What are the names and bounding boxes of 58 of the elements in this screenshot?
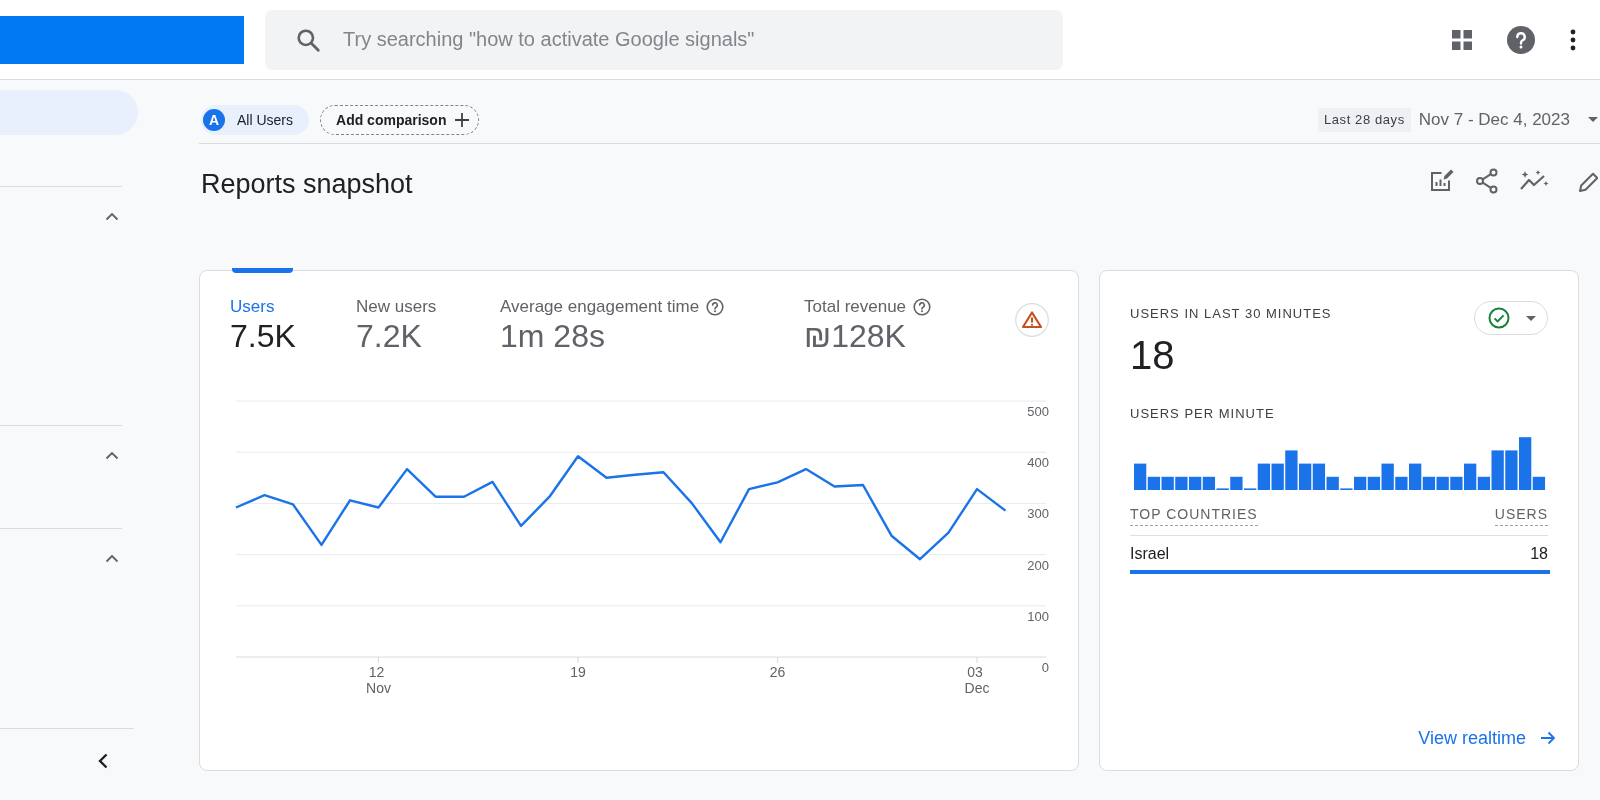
metric-value: 1m 28s <box>500 318 605 354</box>
axis-label: 12 Nov <box>366 664 391 696</box>
segment-chip[interactable]: A All Users <box>201 104 309 135</box>
caret-down-icon <box>1588 117 1598 122</box>
chart-label: USERS PER MINUTE <box>1130 406 1275 422</box>
metric-value: 7.2K <box>356 318 422 354</box>
chevron-left-icon[interactable] <box>98 753 108 769</box>
help-icon[interactable] <box>706 298 725 316</box>
selected-tab-indicator <box>232 268 293 273</box>
column-header: USERS <box>1494 506 1548 526</box>
card-title: USERS IN LAST 30 MINUTES <box>1130 306 1332 322</box>
arrow-right-icon <box>1540 730 1556 746</box>
table-cell: 18 <box>1530 544 1548 564</box>
search-icon[interactable] <box>295 26 321 53</box>
axis-label: 26 <box>769 664 786 680</box>
help-icon[interactable] <box>913 298 932 316</box>
minute-bar <box>1189 476 1202 490</box>
caret-down-icon <box>1526 315 1536 321</box>
axis-label: 0 <box>1041 660 1049 675</box>
check-circle-icon <box>1488 307 1510 329</box>
axis-label: 300 <box>1027 506 1049 522</box>
minute-bar <box>1436 476 1449 490</box>
minute-bar <box>1175 476 1188 490</box>
plus-icon <box>454 111 471 128</box>
column-header: TOP COUNTRIES <box>1130 506 1258 526</box>
axis-label: 03 Dec <box>964 664 990 696</box>
share-icon[interactable] <box>1475 168 1499 194</box>
search-input[interactable]: Try searching "how to activate Google signals" <box>343 25 1043 54</box>
minute-bar <box>1505 450 1518 490</box>
metric-tab[interactable]: Users <box>230 297 275 317</box>
axis-label: 19 <box>570 664 586 680</box>
view-realtime-link[interactable]: View realtime <box>1418 727 1556 749</box>
help-icon[interactable] <box>1507 25 1535 54</box>
grid-icon[interactable] <box>1452 29 1472 50</box>
axis-label: 500 <box>1027 404 1049 419</box>
date-range-button[interactable]: Nov 7 - Dec 4, 2023 <box>1418 109 1598 130</box>
metric-value: 7.5K <box>230 318 296 354</box>
search-bar[interactable]: Try searching "how to activate Google signals" <box>265 9 1063 70</box>
metric-value: 18 <box>1130 333 1175 377</box>
metric-tab[interactable]: New users <box>356 297 437 317</box>
axis-label: 400 <box>1027 455 1049 471</box>
axis-label: 100 <box>1027 608 1049 624</box>
metric-tab[interactable]: Total revenue <box>804 297 907 317</box>
segment-avatar: A <box>203 108 225 131</box>
page-title: Reports snapshot <box>201 168 413 200</box>
metric-value: ₪128K <box>804 318 906 354</box>
status-button[interactable] <box>1474 301 1548 335</box>
axis-label: 200 <box>1027 557 1049 573</box>
chart-edit-icon[interactable] <box>1429 168 1455 194</box>
chevron-up-icon[interactable] <box>105 451 119 460</box>
table-cell: Israel <box>1130 544 1170 564</box>
metric-tab[interactable]: Average engagement time <box>500 297 700 317</box>
minute-bar <box>1161 476 1174 490</box>
chevron-up-icon[interactable] <box>105 212 119 221</box>
warning-icon[interactable] <box>1015 303 1049 337</box>
date-preset-label: Last 28 days <box>1317 107 1411 132</box>
chevron-up-icon[interactable] <box>105 554 119 563</box>
more-icon[interactable] <box>1570 28 1576 51</box>
